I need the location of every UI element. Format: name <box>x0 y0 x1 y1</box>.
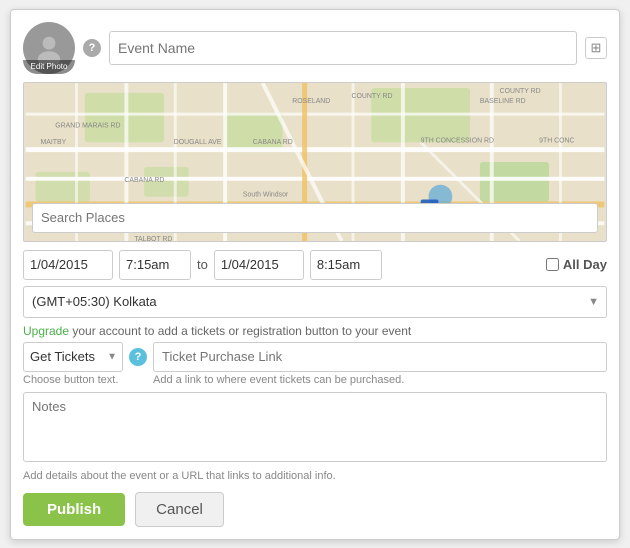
svg-text:MAITBY: MAITBY <box>40 139 66 146</box>
ticket-hint-row: Choose button text. Add a link to where … <box>23 374 607 386</box>
avatar-wrap: Edit Photo <box>23 22 75 74</box>
timezone-select[interactable]: (GMT+05:30) Kolkata (GMT+00:00) UTC (GMT… <box>23 286 607 318</box>
svg-text:TALBOT RD: TALBOT RD <box>134 236 172 241</box>
svg-text:BASELINE RD: BASELINE RD <box>480 97 526 104</box>
search-places-input[interactable] <box>32 203 598 233</box>
allday-label: All Day <box>563 257 607 272</box>
notes-textarea[interactable] <box>23 392 607 462</box>
timezone-wrap: (GMT+05:30) Kolkata (GMT+00:00) UTC (GMT… <box>23 286 607 318</box>
link-hint: Add a link to where event tickets can be… <box>153 374 404 386</box>
svg-text:CABANA RD: CABANA RD <box>124 176 164 183</box>
ticket-link-input[interactable] <box>153 342 607 372</box>
ticket-row: Get Tickets Register Buy Now ▼ ? <box>23 342 607 372</box>
svg-text:COUNTY RD: COUNTY RD <box>500 87 541 94</box>
upgrade-link[interactable]: Upgrade <box>23 324 69 338</box>
end-time-input[interactable] <box>310 250 382 280</box>
svg-text:GRAND MARAIS RD: GRAND MARAIS RD <box>55 122 120 129</box>
action-row: Publish Cancel <box>23 492 607 527</box>
end-date-input[interactable] <box>214 250 304 280</box>
person-icon <box>33 32 65 64</box>
svg-text:DOUGALL AVE: DOUGALL AVE <box>174 139 222 146</box>
edit-photo-label[interactable]: Edit Photo <box>23 60 75 74</box>
help-icon[interactable]: ? <box>83 39 101 57</box>
ticket-select-wrap: Get Tickets Register Buy Now ▼ <box>23 342 123 372</box>
publish-button[interactable]: Publish <box>23 493 125 526</box>
allday-checkbox[interactable] <box>546 258 559 271</box>
svg-text:9TH CONC: 9TH CONC <box>539 137 574 144</box>
header-row: Edit Photo ? ⊞ <box>23 22 607 74</box>
svg-text:South Windsor: South Windsor <box>243 191 289 198</box>
svg-text:COUNTY RD: COUNTY RD <box>352 92 393 99</box>
map-area: MAITBY GRAND MARAIS RD DOUGALL AVE CABAN… <box>23 82 607 242</box>
cancel-button[interactable]: Cancel <box>135 492 224 527</box>
notes-hint: Add details about the event or a URL tha… <box>23 470 607 482</box>
svg-text:ROSELAND: ROSELAND <box>292 97 330 104</box>
timezone-row: (GMT+05:30) Kolkata (GMT+00:00) UTC (GMT… <box>23 286 607 318</box>
button-text-hint: Choose button text. <box>23 374 123 386</box>
allday-wrap: All Day <box>546 257 607 272</box>
start-time-input[interactable] <box>119 250 191 280</box>
event-name-input[interactable] <box>109 31 577 65</box>
datetime-row: to All Day <box>23 250 607 280</box>
start-date-input[interactable] <box>23 250 113 280</box>
upgrade-row: Upgrade your account to add a tickets or… <box>23 324 607 338</box>
svg-text:9TH CONCESSION RD: 9TH CONCESSION RD <box>421 137 494 144</box>
expand-icon[interactable]: ⊞ <box>585 37 607 59</box>
upgrade-text: your account to add a tickets or registr… <box>72 324 411 338</box>
event-dialog: Edit Photo ? ⊞ <box>10 9 620 540</box>
ticket-type-select[interactable]: Get Tickets Register Buy Now <box>23 342 123 372</box>
to-label: to <box>197 257 208 272</box>
svg-text:CABANA RD: CABANA RD <box>253 139 293 146</box>
ticket-help-icon[interactable]: ? <box>129 348 147 366</box>
